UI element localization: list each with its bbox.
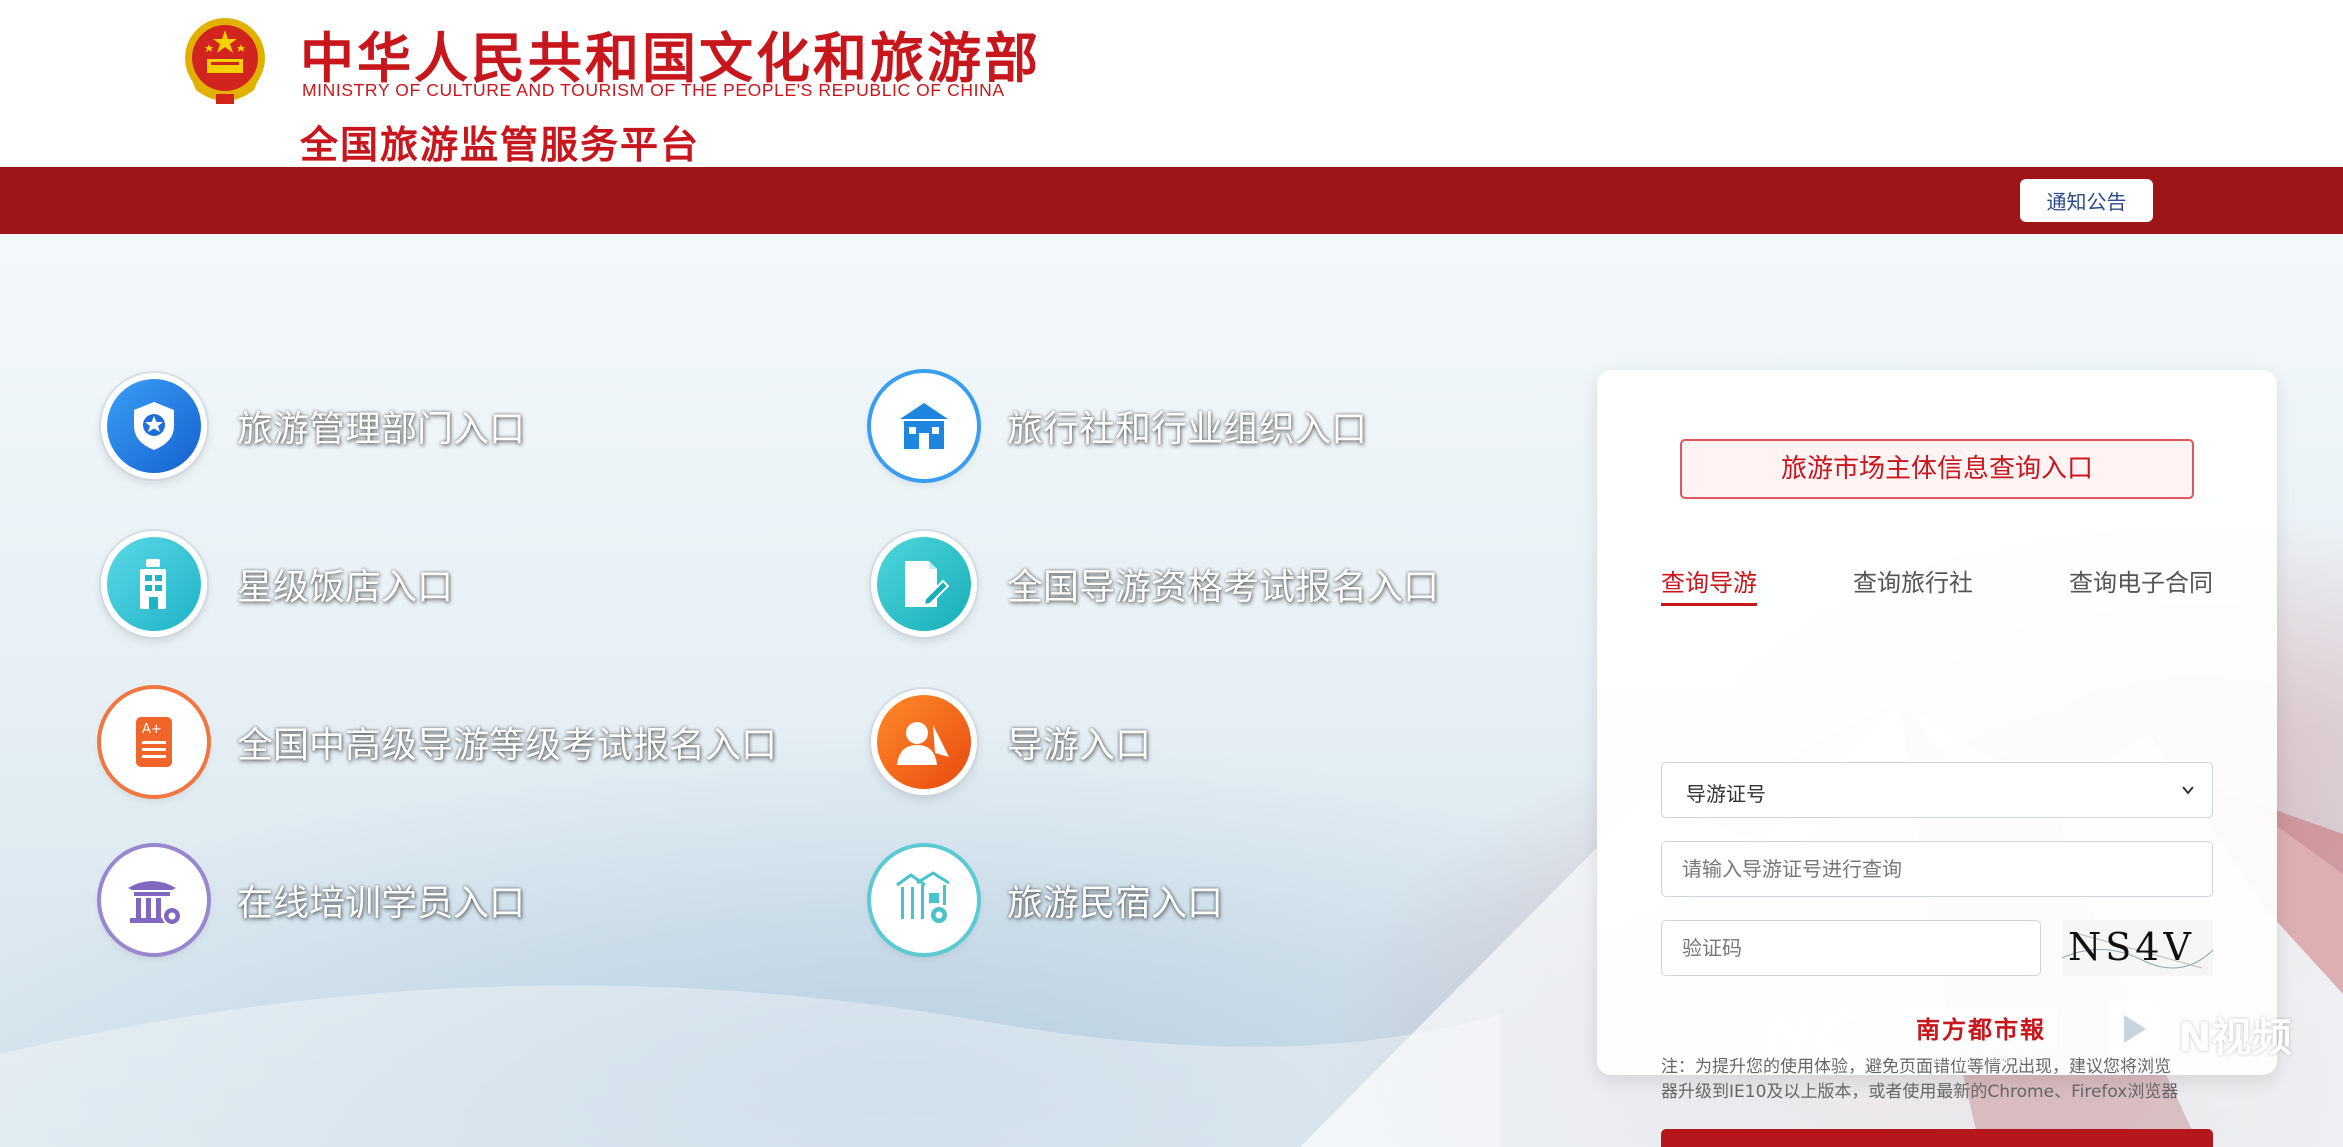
exam-grade-icon: A+ <box>101 689 207 795</box>
entry-label: 旅游民宿入口 <box>1007 883 1224 924</box>
entry-tourism-admin[interactable]: 旅游管理部门入口 <box>101 371 525 481</box>
video-play-logo-icon <box>2108 1001 2164 1057</box>
entry-travel-agency[interactable]: 旅行社和行业组织入口 <box>871 371 1367 481</box>
newspaper-slogan: 做中国一流报媒 <box>1932 1052 2030 1065</box>
query-type-select[interactable]: 导游证号 <box>1661 762 2213 818</box>
site-header: 中华人民共和国文化和旅游部 MINISTRY OF CULTURE AND TO… <box>0 0 2343 167</box>
building-icon <box>871 373 977 479</box>
captcha-text: NS4V <box>2068 925 2195 969</box>
entry-label: 旅行社和行业组织入口 <box>1007 409 1368 450</box>
entry-label: 全国中高级导游等级考试报名入口 <box>237 725 778 766</box>
hotel-icon <box>101 531 207 637</box>
entry-tour-guide[interactable]: 导游入口 <box>871 687 1151 797</box>
training-pavilion-icon <box>101 847 207 953</box>
document-edit-icon <box>871 531 977 637</box>
homestay-icon <box>871 847 977 953</box>
top-navbar: 通知公告 <box>0 167 2343 234</box>
query-button[interactable]: 查询 <box>1661 1129 2213 1147</box>
entry-label: 在线培训学员入口 <box>237 883 526 924</box>
tab-query-agency[interactable]: 查询旅行社 <box>1853 563 1973 598</box>
entry-online-training[interactable]: 在线培训学员入口 <box>101 845 525 955</box>
shield-badge-icon <box>101 373 207 479</box>
query-tabs: 查询导游 查询旅行社 查询电子合同 <box>1661 563 2217 606</box>
national-emblem-icon <box>185 18 265 104</box>
entry-senior-guide-exam[interactable]: A+ 全国中高级导游等级考试报名入口 <box>101 687 777 797</box>
newspaper-watermark: 南方都市報 <box>1905 1010 2057 1050</box>
query-panel: 旅游市场主体信息查询入口 查询导游 查询旅行社 查询电子合同 导游证号 NS4V… <box>1597 370 2277 1147</box>
nc-logo-text: NC <box>1762 1000 1859 1064</box>
video-watermark-text: N视频 <box>2178 1015 2292 1061</box>
captcha-input[interactable] <box>1661 920 2041 976</box>
browser-note-line-2: 器升级到IE10及以上版本，或者使用最新的Chrome、Firefox浏览器 <box>1661 1082 2179 1102</box>
entry-label: 星级饭店入口 <box>237 567 454 608</box>
guide-number-input[interactable] <box>1661 841 2213 897</box>
entry-star-hotel[interactable]: 星级饭店入口 <box>101 529 453 639</box>
entry-label: 旅游管理部门入口 <box>237 409 526 450</box>
query-panel-title: 旅游市场主体信息查询入口 <box>1680 439 2194 499</box>
svg-text:A+: A+ <box>142 722 162 737</box>
query-type-value: 导游证号 <box>1686 782 1766 806</box>
entry-label: 导游入口 <box>1007 725 1152 766</box>
tab-query-contract[interactable]: 查询电子合同 <box>2069 563 2213 598</box>
entry-homestay[interactable]: 旅游民宿入口 <box>871 845 1223 955</box>
tab-query-guide[interactable]: 查询导游 <box>1661 563 1757 606</box>
entry-guide-qualification-exam[interactable]: 全国导游资格考试报名入口 <box>871 529 1439 639</box>
tour-guide-icon <box>871 689 977 795</box>
chevron-down-icon <box>2182 786 2194 795</box>
captcha-image[interactable]: NS4V <box>2062 920 2213 976</box>
ministry-title-en: MINISTRY OF CULTURE AND TOURISM OF THE P… <box>302 80 1005 100</box>
entry-label: 全国导游资格考试报名入口 <box>1007 567 1440 608</box>
notice-button[interactable]: 通知公告 <box>2020 179 2153 222</box>
platform-name: 全国旅游监管服务平台 <box>300 123 701 167</box>
